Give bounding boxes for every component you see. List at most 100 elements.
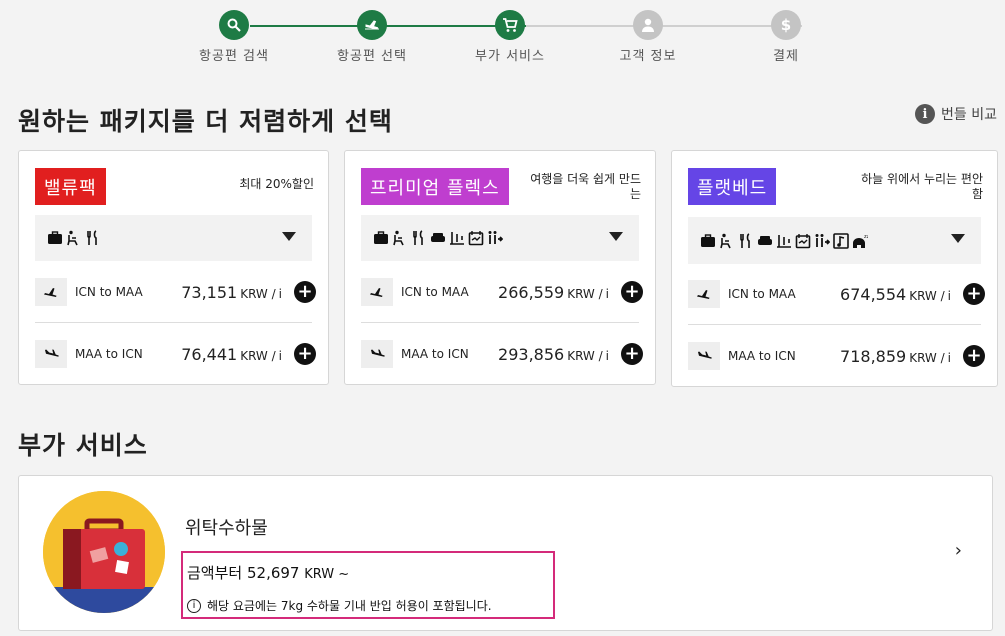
- price-value: 266,559: [498, 282, 565, 302]
- plane-icon: [357, 10, 387, 40]
- meal-icon: [740, 232, 750, 248]
- route-row: MAA to ICN 76,441 KRW / ⅰ +: [35, 338, 316, 370]
- route-label: ICN to MAA: [401, 285, 469, 299]
- priority-icon: [450, 232, 464, 245]
- add-button[interactable]: +: [294, 343, 316, 365]
- amenities-dropdown[interactable]: [361, 215, 639, 261]
- package-card-value-pack[interactable]: 밸류팩 최대 20%할인 ICN to MAA 73,151 KRW / ⅰ + M…: [18, 150, 329, 385]
- lounge-icon: [431, 233, 445, 242]
- addon-note-text: 해당 요금에는 7kg 수하물 기내 반입 허용이 포함됩니다.: [207, 599, 492, 613]
- cart-icon: [495, 10, 525, 40]
- passenger-icon: ⅰ: [278, 286, 282, 301]
- add-button[interactable]: +: [621, 281, 643, 303]
- svg-text:zz: zz: [864, 234, 868, 240]
- add-button[interactable]: +: [963, 345, 985, 367]
- price-currency: KRW /: [909, 350, 945, 365]
- priority-boarding-icon: [815, 233, 830, 247]
- addon-price-box: 금액부터 52,697 KRW ~ i 해당 요금에는 7kg 수하물 기내 반…: [181, 551, 555, 619]
- amenities-dropdown[interactable]: zz: [688, 217, 981, 264]
- route-price: 76,441 KRW / ⅰ: [181, 345, 288, 364]
- arrival-plane-icon: [361, 340, 393, 368]
- search-icon: [219, 10, 249, 40]
- package-badge: 밸류팩: [35, 168, 106, 205]
- price-value: 718,859: [840, 346, 907, 366]
- price-value: 52,697: [246, 564, 300, 582]
- bundle-compare-link[interactable]: i 번들 비교: [915, 104, 997, 124]
- departure-plane-icon: [361, 278, 393, 306]
- route-price: 718,859 KRW / ⅰ: [840, 347, 957, 366]
- price-currency: KRW /: [567, 348, 603, 363]
- route-row: ICN to MAA 266,559 KRW / ⅰ +: [361, 276, 643, 308]
- arrival-plane-icon: [35, 340, 67, 368]
- divider: [361, 322, 639, 323]
- price-value: 674,554: [840, 284, 907, 304]
- route-row: MAA to ICN 718,859 KRW / ⅰ +: [688, 340, 985, 372]
- add-button[interactable]: +: [963, 283, 985, 305]
- chevron-down-icon[interactable]: [282, 232, 296, 241]
- step-label: 부가 서비스: [475, 49, 545, 64]
- price-currency: KRW /: [240, 348, 276, 363]
- price-currency: KRW ~: [304, 567, 350, 582]
- meal-icon: [413, 230, 423, 245]
- meal-icon: [87, 230, 97, 245]
- price-currency: KRW /: [240, 286, 276, 301]
- divider: [35, 322, 312, 323]
- chevron-right-icon[interactable]: ›: [955, 540, 962, 561]
- passenger-icon: ⅰ: [605, 348, 609, 363]
- route-price: 293,856 KRW / ⅰ: [498, 345, 615, 364]
- package-card-flatbed[interactable]: 플랫베드 하늘 위에서 누리는 편안함 zz ICN to MAA 674,55…: [671, 150, 998, 387]
- addon-name: 위탁수하물: [185, 518, 268, 539]
- sleep-icon: zz: [853, 234, 868, 248]
- step-payment[interactable]: $ 결제: [736, 10, 836, 64]
- baggage-icon: [701, 233, 715, 247]
- step-addons[interactable]: 부가 서비스: [460, 10, 560, 64]
- add-button[interactable]: +: [294, 281, 316, 303]
- route-label: MAA to ICN: [728, 349, 796, 363]
- package-card-premium-flex[interactable]: 프리미엄 플렉스 여행을 더욱 쉽게 만드는 ICN to MAA 266,55…: [344, 150, 656, 385]
- route-label: MAA to ICN: [75, 347, 143, 361]
- baggage-icon: [374, 231, 388, 244]
- price-prefix: 금액부터: [187, 564, 243, 582]
- bundle-compare-label: 번들 비교: [941, 107, 997, 123]
- info-icon: i: [187, 598, 201, 613]
- step-customer-info[interactable]: 고객 정보: [598, 10, 698, 64]
- addon-checked-baggage[interactable]: 위탁수하물 금액부터 52,697 KRW ~ i 해당 요금에는 7kg 수하…: [18, 475, 993, 631]
- suitcase-illustration: [43, 491, 165, 613]
- chevron-down-icon[interactable]: [609, 232, 623, 241]
- passenger-icon: ⅰ: [947, 350, 951, 365]
- step-label: 고객 정보: [619, 49, 677, 64]
- package-badge: 플랫베드: [688, 168, 777, 205]
- step-search[interactable]: 항공편 검색: [184, 10, 284, 64]
- dollar-icon: $: [771, 10, 801, 40]
- departure-plane-icon: [35, 278, 67, 306]
- price-value: 76,441: [181, 344, 238, 364]
- addon-price: 금액부터 52,697 KRW ~: [187, 562, 349, 583]
- priority-icon: [777, 234, 791, 248]
- route-label: MAA to ICN: [401, 347, 469, 361]
- passenger-icon: ⅰ: [605, 286, 609, 301]
- route-price: 674,554 KRW / ⅰ: [840, 285, 957, 304]
- baggage-icon: [48, 231, 62, 244]
- passenger-icon: ⅰ: [947, 288, 951, 303]
- add-button[interactable]: +: [621, 343, 643, 365]
- amenities-dropdown[interactable]: [35, 215, 312, 261]
- route-row: MAA to ICN 293,856 KRW / ⅰ +: [361, 338, 643, 370]
- divider: [688, 324, 981, 325]
- seat-icon: [720, 233, 731, 248]
- addon-note: i 해당 요금에는 7kg 수하물 기내 반입 허용이 포함됩니다.: [187, 597, 492, 614]
- step-flight-select[interactable]: 항공편 선택: [322, 10, 422, 64]
- flexible-date-icon: [795, 233, 811, 248]
- lounge-icon: [758, 235, 772, 245]
- price-currency: KRW /: [909, 288, 945, 303]
- route-row: ICN to MAA 73,151 KRW / ⅰ +: [35, 276, 316, 308]
- route-label: ICN to MAA: [728, 287, 796, 301]
- price-currency: KRW /: [567, 286, 603, 301]
- departure-plane-icon: [688, 280, 720, 308]
- package-tagline: 여행을 더욱 쉽게 만드는: [530, 172, 641, 201]
- entertainment-icon: [833, 232, 849, 249]
- passenger-icon: ⅰ: [278, 348, 282, 363]
- booking-stepper: 항공편 검색 항공편 선택 부가 서비스 고객 정보 $ 결제: [199, 10, 820, 70]
- chevron-down-icon[interactable]: [951, 234, 965, 243]
- step-label: 항공편 선택: [337, 49, 407, 64]
- priority-boarding-icon: [488, 231, 503, 244]
